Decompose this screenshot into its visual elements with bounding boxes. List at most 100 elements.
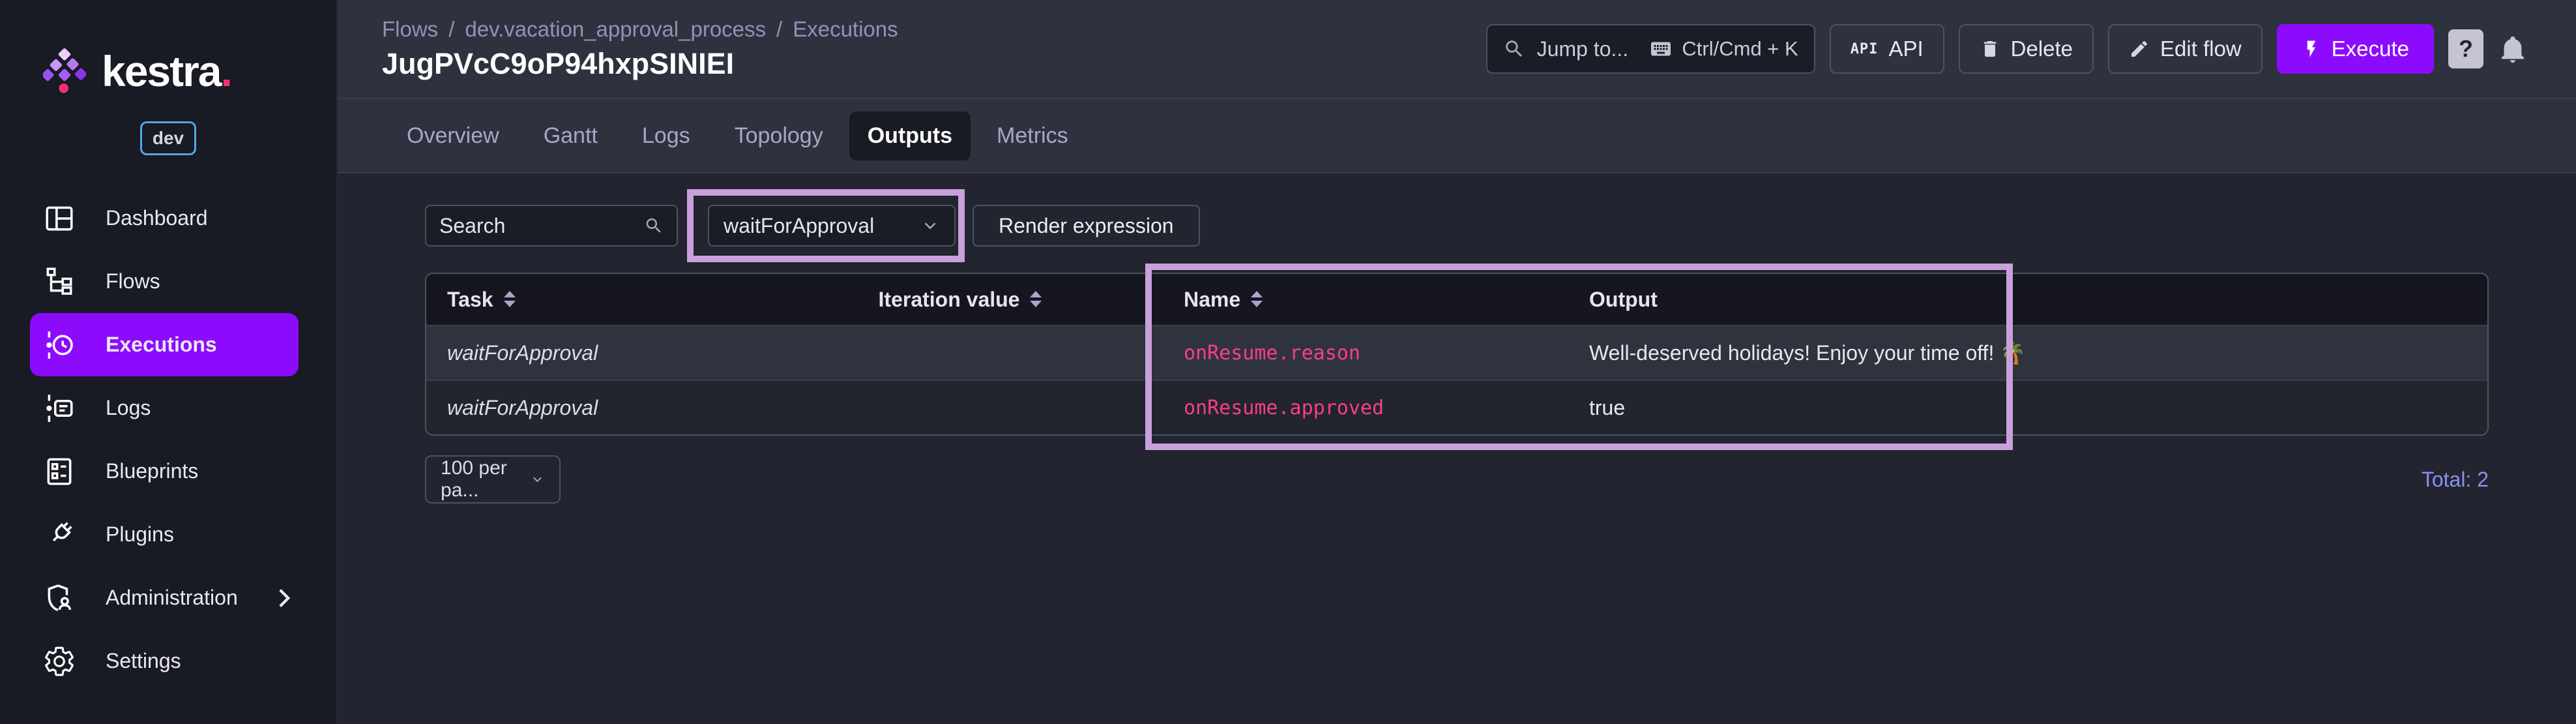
topbar: Flows / dev.vacation_approval_process / … — [338, 0, 2576, 99]
administration-icon — [43, 582, 76, 614]
edit-flow-button[interactable]: Edit flow — [2108, 24, 2262, 74]
column-header-output: Output — [1555, 288, 2487, 312]
page-title: JugPVcC9oP94hxpSINIEI — [382, 47, 898, 81]
logs-icon — [43, 392, 76, 425]
render-expression-button[interactable]: Render expression — [973, 205, 1200, 247]
api-button[interactable]: API API — [1830, 24, 1944, 74]
brand-logo[interactable]: kestra. — [0, 0, 336, 97]
delete-button[interactable]: Delete — [1959, 24, 2094, 74]
task-filter-value: waitForApproval — [724, 214, 874, 238]
column-header-iteration-value[interactable]: Iteration value — [772, 288, 1150, 312]
task-cell: waitForApproval — [426, 341, 772, 365]
breadcrumb-separator: / — [448, 17, 454, 42]
search-input[interactable] — [439, 214, 644, 238]
pagination-bar: 100 per pa... Total: 2 — [425, 455, 2489, 504]
executions-icon — [43, 329, 76, 361]
env-badge-wrap: dev — [0, 121, 336, 155]
sidebar-item-blueprints[interactable]: Blueprints — [0, 440, 336, 503]
chevron-down-icon — [920, 216, 940, 235]
sidebar-item-label: Administration — [106, 586, 238, 610]
sort-icon — [1250, 290, 1264, 309]
sidebar-item-dashboard[interactable]: Dashboard — [0, 187, 336, 250]
column-header-name[interactable]: Name — [1150, 288, 1555, 312]
column-header-task[interactable]: Task — [426, 288, 772, 312]
sidebar-item-label: Logs — [106, 396, 151, 420]
chevron-down-icon — [530, 470, 545, 489]
tab-overview[interactable]: Overview — [388, 112, 518, 160]
search-box — [425, 205, 678, 247]
tab-gantt[interactable]: Gantt — [525, 112, 616, 160]
column-label: Name — [1184, 288, 1240, 312]
tab-metrics[interactable]: Metrics — [978, 112, 1087, 160]
api-label: API — [1888, 37, 1923, 61]
settings-icon — [43, 645, 76, 678]
help-button[interactable]: ? — [2448, 29, 2483, 68]
sidebar-item-executions[interactable]: Executions — [30, 313, 299, 376]
help-icon: ? — [2459, 35, 2473, 63]
output-cell: Well-deserved holidays! Enjoy your time … — [1555, 340, 2487, 365]
search-icon — [1503, 38, 1525, 60]
shortcut-text: Ctrl/Cmd + K — [1682, 37, 1798, 61]
topbar-left: Flows / dev.vacation_approval_process / … — [382, 17, 898, 81]
breadcrumb: Flows / dev.vacation_approval_process / … — [382, 17, 898, 42]
table-row: waitForApproval onResume.approved true — [426, 380, 2487, 434]
bell-icon[interactable] — [2498, 34, 2528, 64]
brand-dot: . — [221, 47, 231, 95]
table-row: waitForApproval onResume.reason Well-des… — [426, 325, 2487, 380]
sidebar-item-settings[interactable]: Settings — [0, 629, 336, 693]
column-label: Task — [447, 288, 493, 312]
keyboard-icon — [1649, 37, 1673, 61]
outputs-toolbar: waitForApproval Render expression — [425, 205, 2489, 247]
tab-topology[interactable]: Topology — [716, 112, 842, 160]
per-page-select[interactable]: 100 per pa... — [425, 455, 561, 504]
name-cell: onResume.approved — [1150, 397, 1555, 419]
sort-icon — [503, 290, 517, 309]
breadcrumb-namespace-flow[interactable]: dev.vacation_approval_process — [465, 17, 766, 42]
name-cell: onResume.reason — [1150, 342, 1555, 365]
task-filter-select[interactable]: waitForApproval — [708, 205, 956, 247]
pencil-icon — [2129, 38, 2150, 59]
outputs-table: Task Iteration value Name — [425, 273, 2489, 436]
sidebar-menu: Dashboard Flows Executions — [0, 187, 336, 693]
sidebar-item-label: Settings — [106, 649, 181, 673]
execution-tabs: Overview Gantt Logs Topology Outputs Met… — [338, 99, 2576, 173]
trash-icon — [1980, 38, 2000, 59]
sidebar-item-label: Flows — [106, 269, 160, 294]
flows-icon — [43, 265, 76, 298]
jump-to-placeholder: Jump to... — [1537, 37, 1629, 61]
sidebar-item-administration[interactable]: Administration — [0, 566, 336, 629]
brand-wordmark: kestra. — [102, 46, 231, 96]
app-window: kestra. dev Dashboard Flows — [0, 0, 2576, 724]
sidebar: kestra. dev Dashboard Flows — [0, 0, 338, 724]
execute-button[interactable]: Execute — [2277, 24, 2434, 74]
column-label: Output — [1589, 288, 1658, 312]
total-count: Total: 2 — [2422, 468, 2489, 492]
output-cell: true — [1555, 396, 2487, 420]
breadcrumb-flows[interactable]: Flows — [382, 17, 438, 42]
tab-logs[interactable]: Logs — [624, 112, 709, 160]
sort-icon — [1029, 290, 1043, 309]
api-icon: API — [1851, 41, 1879, 57]
sidebar-item-label: Executions — [106, 333, 217, 357]
topbar-actions: Jump to... Ctrl/Cmd + K API API — [1486, 24, 2528, 74]
kestra-logo-icon — [43, 46, 86, 97]
chevron-right-icon — [268, 582, 300, 614]
sidebar-item-label: Plugins — [106, 522, 174, 547]
sidebar-item-label: Blueprints — [106, 459, 198, 483]
sidebar-item-flows[interactable]: Flows — [0, 250, 336, 313]
execute-label: Execute — [2332, 37, 2409, 61]
main-area: Flows / dev.vacation_approval_process / … — [338, 0, 2576, 724]
jump-to-input[interactable]: Jump to... Ctrl/Cmd + K — [1486, 24, 1815, 74]
outputs-panel: waitForApproval Render expression Task — [338, 173, 2576, 724]
breadcrumb-executions[interactable]: Executions — [793, 17, 898, 42]
table-header-row: Task Iteration value Name — [426, 274, 2487, 325]
tab-outputs[interactable]: Outputs — [849, 112, 971, 160]
search-icon — [644, 216, 664, 235]
sidebar-item-plugins[interactable]: Plugins — [0, 503, 336, 566]
shortcut-hint: Ctrl/Cmd + K — [1649, 37, 1798, 61]
sidebar-item-logs[interactable]: Logs — [0, 376, 336, 440]
column-label: Iteration value — [879, 288, 1020, 312]
edit-flow-label: Edit flow — [2160, 37, 2242, 61]
blueprints-icon — [43, 455, 76, 488]
sidebar-item-label: Dashboard — [106, 206, 208, 230]
